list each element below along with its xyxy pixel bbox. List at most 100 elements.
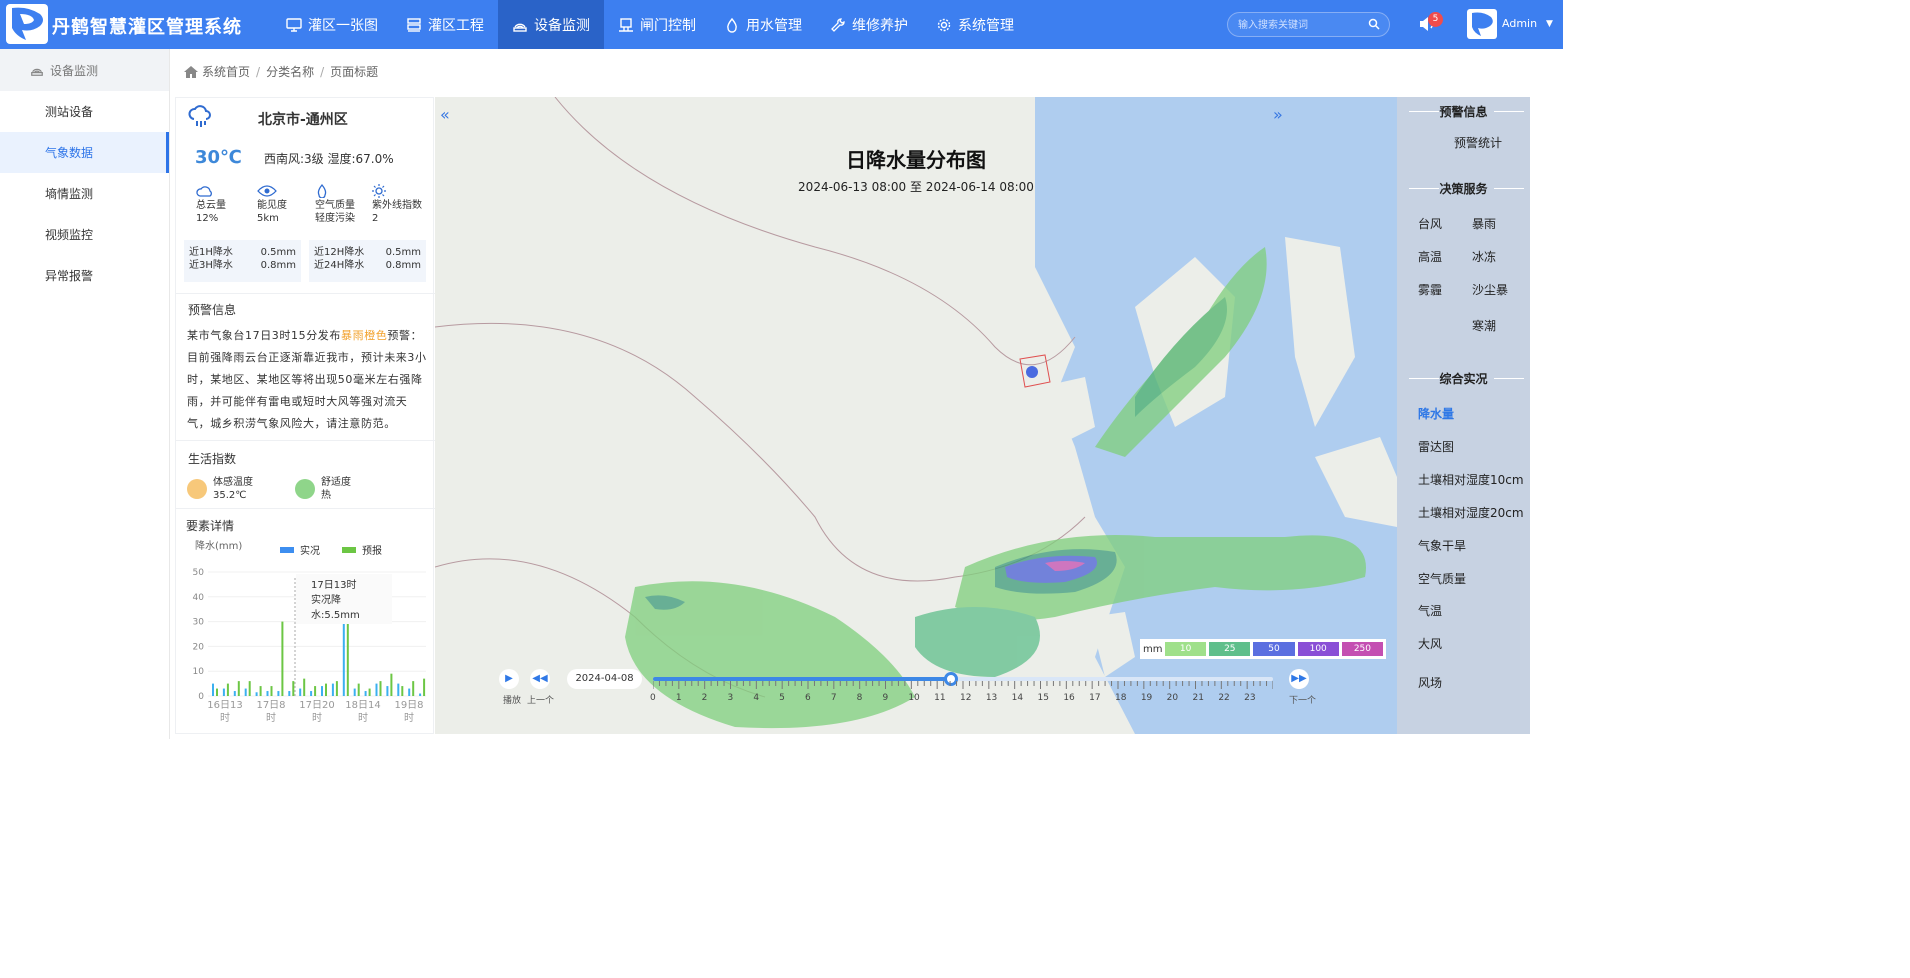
nav-maintenance[interactable]: 维修养护 bbox=[816, 0, 922, 49]
nav-label: 灌区工程 bbox=[428, 17, 484, 34]
nav-label: 闸门控制 bbox=[640, 17, 696, 34]
layer-high-temp[interactable]: 高温 bbox=[1418, 248, 1442, 265]
layer-soil-10cm[interactable]: 土壤相对湿度10cm bbox=[1418, 471, 1524, 488]
nav-gis-overview[interactable]: 灌区一张图 bbox=[272, 0, 392, 49]
map-title: 日降水量分布图 bbox=[846, 148, 986, 172]
layer-radar[interactable]: 雷达图 bbox=[1418, 438, 1454, 455]
scale-bin: 25 bbox=[1209, 642, 1251, 656]
tooltip-line: 水:5.5mm bbox=[311, 609, 360, 621]
chart-bar bbox=[255, 692, 258, 696]
hour-label: 5 bbox=[779, 693, 785, 703]
gear-icon bbox=[937, 18, 951, 31]
home-icon[interactable] bbox=[184, 65, 198, 78]
y-tick-label: 40 bbox=[193, 593, 205, 603]
metric-label: 能见度 bbox=[257, 200, 287, 211]
sidebar-item-alarms[interactable]: 异常报警 bbox=[0, 255, 169, 296]
sidebar-header-label: 设备监测 bbox=[50, 63, 99, 78]
monitor-icon bbox=[286, 17, 302, 32]
avatar[interactable] bbox=[1467, 9, 1497, 39]
chart-bar bbox=[277, 691, 280, 696]
sidebar-item-video[interactable]: 视频监控 bbox=[0, 214, 169, 255]
scale-bin: 250 bbox=[1341, 642, 1384, 656]
layer-soil-20cm[interactable]: 土壤相对湿度20cm bbox=[1418, 504, 1524, 521]
chart-bar bbox=[248, 681, 251, 696]
life-index-title: 生活指数 bbox=[188, 452, 237, 466]
nav-water-management[interactable]: 用水管理 bbox=[710, 0, 816, 49]
chart-bar bbox=[212, 683, 214, 696]
play-button[interactable]: ▶ bbox=[499, 669, 519, 689]
user-name[interactable]: Admin bbox=[1502, 17, 1537, 30]
prev-button[interactable]: ◀◀ bbox=[530, 669, 550, 689]
cloud-rain-icon bbox=[188, 105, 211, 127]
layer-wind-field[interactable]: 风场 bbox=[1418, 674, 1442, 691]
rainfall-map[interactable]: « » 日降水量分布图 2024-06-13 08:00 至 2024-06-1… bbox=[435, 97, 1397, 734]
chart-bar bbox=[346, 621, 349, 696]
sidebar-item-station-devices[interactable]: 测站设备 bbox=[0, 91, 169, 132]
layer-rainstorm[interactable]: 暴雨 bbox=[1472, 215, 1496, 232]
layer-temperature[interactable]: 气温 bbox=[1418, 602, 1442, 619]
server-icon bbox=[407, 17, 421, 32]
eye-icon bbox=[257, 185, 277, 197]
caret-down-icon[interactable]: ▼ bbox=[1546, 19, 1553, 29]
layer-cold-wave[interactable]: 寒潮 bbox=[1472, 317, 1496, 334]
layer-air-quality[interactable]: 空气质量 bbox=[1418, 570, 1466, 587]
rain-chart: 降水(mm)0102030405017日13时实况降水:5.5mm16日13时1… bbox=[193, 539, 426, 724]
chart-bar bbox=[408, 688, 411, 696]
hour-label: 21 bbox=[1192, 693, 1204, 703]
rain-label: 近1H降水 bbox=[189, 247, 233, 258]
search-icon[interactable] bbox=[1368, 18, 1380, 30]
layer-drought[interactable]: 气象干旱 bbox=[1418, 537, 1466, 554]
breadcrumb-home[interactable]: 系统首页 bbox=[202, 63, 250, 80]
precipitation-scale: mm 10 25 50 100 250 bbox=[1140, 639, 1386, 659]
metric-uv-index: 紫外线指数 2 bbox=[372, 184, 432, 225]
date-picker[interactable]: 2024-04-08 bbox=[567, 669, 642, 689]
next-button[interactable]: ▶▶ bbox=[1289, 669, 1309, 689]
layer-sandstorm[interactable]: 沙尘暴 bbox=[1472, 281, 1508, 298]
sidebar-item-soil-moisture[interactable]: 墒情监测 bbox=[0, 173, 169, 214]
time-ticks bbox=[653, 681, 1273, 689]
hour-label: 18 bbox=[1115, 693, 1127, 703]
rain-label: 近12H降水 bbox=[314, 247, 365, 258]
collapse-left-button[interactable]: « bbox=[440, 105, 450, 124]
layer-panel: 预警信息 预警统计 决策服务 台风 暴雨 高温 冰冻 雾霾 沙尘暴 寒潮 综合实… bbox=[1397, 97, 1530, 734]
hour-label: 14 bbox=[1011, 693, 1024, 703]
rain-value: 0.5mm bbox=[260, 247, 296, 258]
hour-labels: 0 1 2 3 4 5 6 7 8 9 10 11 12 13 14 15 16 17 18 19 20 21 22 23 bbox=[650, 693, 1280, 705]
search-input[interactable] bbox=[1238, 17, 1363, 33]
app-title: 丹鹤智慧灌区管理系统 bbox=[52, 17, 242, 38]
layer-wind[interactable]: 大风 bbox=[1418, 635, 1442, 652]
layer-freeze[interactable]: 冰冻 bbox=[1472, 248, 1496, 265]
nav-projects[interactable]: 灌区工程 bbox=[392, 0, 498, 49]
gate-icon bbox=[619, 17, 633, 32]
weather-panel: 北京市-通州区 30℃ 西南风:3级 湿度:67.0% 总云量 12% 能见度 … bbox=[175, 97, 435, 734]
nav-label: 维修养护 bbox=[852, 17, 908, 34]
breadcrumb: 系统首页 / 分类名称 / 页面标题 bbox=[184, 63, 378, 80]
sidebar-item-weather-data[interactable]: 气象数据 bbox=[0, 132, 169, 173]
layer-typhoon[interactable]: 台风 bbox=[1418, 215, 1442, 232]
hour-label: 9 bbox=[882, 693, 889, 703]
warning-title: 预警信息 bbox=[188, 303, 237, 317]
life-value: 热 bbox=[321, 490, 331, 501]
chart-bar bbox=[303, 678, 306, 696]
breadcrumb-category[interactable]: 分类名称 bbox=[266, 63, 314, 80]
hour-label: 12 bbox=[960, 693, 972, 703]
layer-haze[interactable]: 雾霾 bbox=[1418, 281, 1442, 298]
metric-air-quality: 空气质量 轻度污染 bbox=[315, 184, 375, 225]
y-tick-label: 20 bbox=[193, 642, 205, 652]
breadcrumb-separator: / bbox=[256, 64, 261, 79]
layer-warning-stats[interactable]: 预警统计 bbox=[1454, 134, 1502, 151]
life-label: 舒适度 bbox=[321, 477, 351, 488]
rain-label: 近24H降水 bbox=[314, 260, 365, 271]
nav-label: 系统管理 bbox=[958, 17, 1014, 34]
nav-device-monitoring[interactable]: 设备监测 bbox=[498, 0, 604, 49]
chart-bar bbox=[216, 688, 218, 696]
chart-bar bbox=[321, 686, 323, 696]
nav-system-management[interactable]: 系统管理 bbox=[922, 0, 1028, 49]
collapse-right-button[interactable]: » bbox=[1273, 105, 1283, 124]
metric-value: 12% bbox=[196, 213, 219, 224]
chart-bar bbox=[419, 693, 422, 696]
scale-bin: 10 bbox=[1165, 642, 1207, 656]
chart-bar bbox=[259, 686, 262, 696]
nav-gate-control[interactable]: 闸门控制 bbox=[604, 0, 710, 49]
layer-precipitation[interactable]: 降水量 bbox=[1418, 405, 1454, 422]
